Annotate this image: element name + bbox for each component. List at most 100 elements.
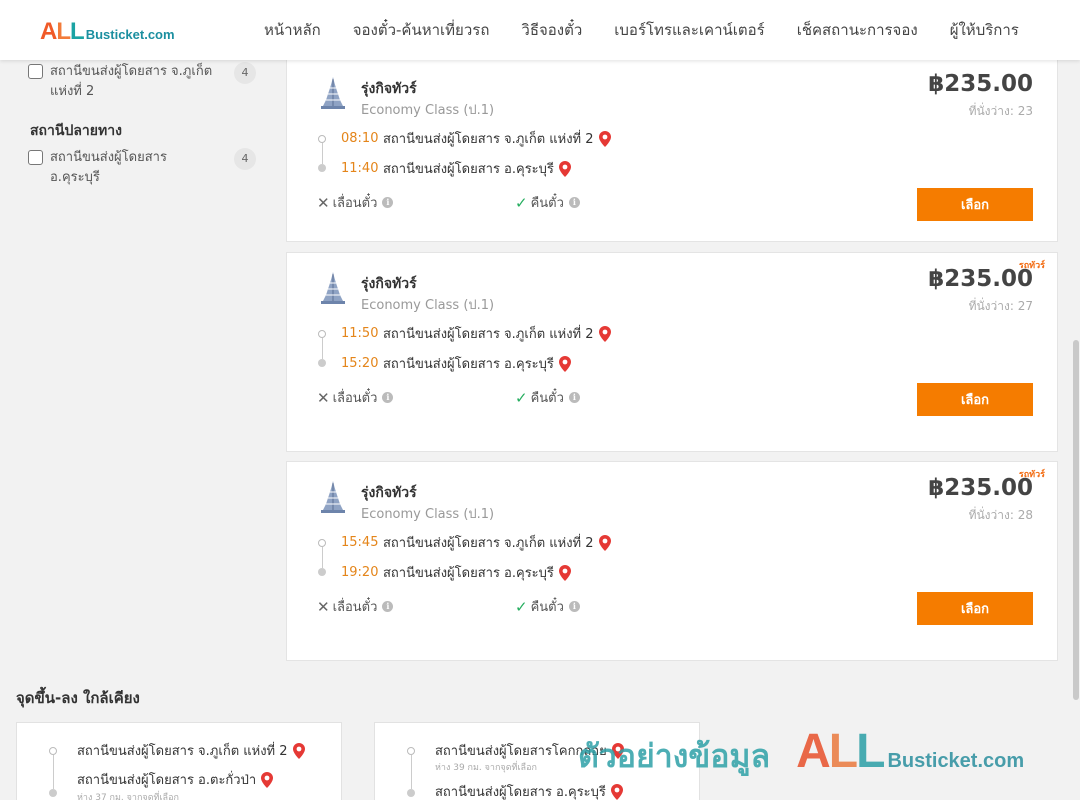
timeline-start-dot bbox=[318, 135, 326, 143]
sample-data-watermark: ตัวอย่างข้อมูล ALL Busticket.com bbox=[578, 724, 1024, 782]
departure-stop: 15:45 สถานีขนส่งผู้โดยสาร จ.ภูเก็ต แห่งท… bbox=[341, 532, 611, 553]
map-pin-icon[interactable] bbox=[610, 783, 623, 800]
timeline-line bbox=[321, 143, 323, 164]
arrival-stop: 11:40 สถานีขนส่งผู้โดยสาร อ.คุระบุรี bbox=[341, 158, 571, 179]
seat-class: Economy Class (ป.1) bbox=[361, 507, 495, 522]
departure-station: สถานีขนส่งผู้โดยสาร จ.ภูเก็ต แห่งที่ 2 bbox=[383, 132, 594, 147]
logo-all-mark: ALL bbox=[40, 18, 85, 46]
filter-destination-station[interactable]: สถานีขนส่งผู้โดยสาร อ.คุระบุรี 4 bbox=[28, 148, 256, 188]
site-logo[interactable]: ALL Busticket.com bbox=[40, 18, 175, 46]
seats-available: ที่นั่งว่าง: 28 bbox=[968, 508, 1033, 522]
nav-check-booking[interactable]: เช็คสถานะการจอง bbox=[781, 18, 934, 42]
timeline-end-dot bbox=[318, 568, 326, 576]
station-name: สถานีขนส่งผู้โดยสาร อ.คุระบุรี bbox=[435, 785, 606, 800]
map-pin-icon[interactable] bbox=[598, 325, 611, 342]
refund-label: คืนตั๋ว bbox=[530, 600, 564, 615]
logo-text: Busticket.com bbox=[85, 27, 175, 42]
nav-how-to-book[interactable]: วิธีจองตั๋ว bbox=[505, 18, 598, 42]
reschedule-policy: ✕ เลื่อนตั๋ว i bbox=[317, 192, 394, 213]
watermark-logo-text: Busticket.com bbox=[887, 750, 1025, 772]
filter-origin-station[interactable]: สถานีขนส่งผู้โดยสาร จ.ภูเก็ต แห่งที่ 2 4 bbox=[28, 62, 256, 102]
departure-stop: 08:10 สถานีขนส่งผู้โดยสาร จ.ภูเก็ต แห่งท… bbox=[341, 128, 611, 149]
x-icon: ✕ bbox=[317, 193, 330, 212]
x-icon: ✕ bbox=[317, 597, 330, 616]
logo-letter: L bbox=[828, 725, 858, 778]
nearby-to-stop: สถานีขนส่งผู้โดยสาร อ.ตะกั่วป่า bbox=[77, 769, 274, 790]
refund-policy: ✓ คืนตั๋ว i bbox=[515, 387, 580, 408]
nav-book-search[interactable]: จองตั๋ว-ค้นหาเที่ยวรถ bbox=[337, 18, 506, 42]
operator-name: รุ่งกิจทัวร์ bbox=[361, 485, 417, 501]
timeline-line bbox=[52, 755, 54, 789]
info-icon[interactable]: i bbox=[568, 392, 580, 403]
reschedule-policy: ✕ เลื่อนตั๋ว i bbox=[317, 596, 394, 617]
arrival-station: สถานีขนส่งผู้โดยสาร อ.คุระบุรี bbox=[383, 566, 554, 581]
scrollbar-thumb[interactable] bbox=[1073, 340, 1079, 700]
map-pin-icon[interactable] bbox=[558, 160, 571, 177]
trip-card: รถทัวร์ รุ่งกิจทัวร์ Economy Class (ป.1)… bbox=[286, 461, 1058, 661]
refund-label: คืนตั๋ว bbox=[530, 196, 564, 211]
departure-stop: 11:50 สถานีขนส่งผู้โดยสาร จ.ภูเก็ต แห่งท… bbox=[341, 323, 611, 344]
info-icon[interactable]: i bbox=[382, 601, 394, 612]
departure-time: 11:50 bbox=[341, 326, 379, 341]
filter-label: สถานีขนส่งผู้โดยสาร จ.ภูเก็ต แห่งที่ 2 bbox=[50, 64, 213, 99]
logo-letter: A bbox=[796, 725, 831, 778]
map-pin-icon[interactable] bbox=[598, 534, 611, 551]
timeline-end-dot bbox=[318, 359, 326, 367]
check-icon: ✓ bbox=[515, 597, 528, 616]
info-icon[interactable]: i bbox=[568, 601, 580, 612]
departure-station: สถานีขนส่งผู้โดยสาร จ.ภูเก็ต แห่งที่ 2 bbox=[383, 536, 594, 551]
watermark-logo-mark: ALL bbox=[796, 724, 885, 779]
operator-name: รุ่งกิจทัวร์ bbox=[361, 81, 417, 97]
nav-phone-counters[interactable]: เบอร์โทรและเคาน์เตอร์ bbox=[598, 18, 780, 42]
timeline-line bbox=[410, 755, 412, 789]
reschedule-label: เลื่อนตั๋ว bbox=[332, 196, 378, 211]
map-pin-icon[interactable] bbox=[261, 771, 274, 788]
reschedule-label: เลื่อนตั๋ว bbox=[332, 391, 378, 406]
seat-class: Economy Class (ป.1) bbox=[361, 103, 495, 118]
operator-name: รุ่งกิจทัวร์ bbox=[361, 276, 417, 292]
temple-logo-icon bbox=[321, 77, 345, 109]
trip-card: รุ่งกิจทัวร์ Economy Class (ป.1) ฿235.00… bbox=[286, 60, 1058, 242]
check-icon: ✓ bbox=[515, 193, 528, 212]
temple-logo-icon bbox=[321, 272, 345, 304]
timeline-start-dot bbox=[49, 747, 57, 755]
departure-time: 08:10 bbox=[341, 131, 379, 146]
watermark-text: ตัวอย่างข้อมูล bbox=[578, 737, 771, 775]
arrival-stop: 19:20 สถานีขนส่งผู้โดยสาร อ.คุระบุรี bbox=[341, 562, 571, 583]
select-trip-button[interactable]: เลือก bbox=[917, 592, 1033, 625]
timeline-end-dot bbox=[49, 789, 57, 797]
filter-label: สถานีขนส่งผู้โดยสาร อ.คุระบุรี bbox=[50, 150, 167, 185]
timeline-start-dot bbox=[318, 539, 326, 547]
arrival-time: 11:40 bbox=[341, 161, 379, 176]
select-trip-button[interactable]: เลือก bbox=[917, 188, 1033, 221]
timeline-line bbox=[321, 547, 323, 568]
info-icon[interactable]: i bbox=[382, 392, 394, 403]
distance-note: ห่าง 37 กม. จากจุดที่เลือก bbox=[77, 793, 179, 800]
count-badge: 4 bbox=[234, 148, 256, 170]
nearby-from-stop: สถานีขนส่งผู้โดยสาร จ.ภูเก็ต แห่งที่ 2 bbox=[77, 740, 305, 761]
reschedule-label: เลื่อนตั๋ว bbox=[332, 600, 378, 615]
checkbox[interactable] bbox=[28, 64, 43, 79]
arrival-time: 19:20 bbox=[341, 565, 379, 580]
nav-operators[interactable]: ผู้ให้บริการ bbox=[934, 18, 1035, 42]
ticket-price: ฿235.00 bbox=[928, 266, 1033, 292]
map-pin-icon[interactable] bbox=[558, 564, 571, 581]
map-pin-icon[interactable] bbox=[598, 130, 611, 147]
reschedule-policy: ✕ เลื่อนตั๋ว i bbox=[317, 387, 394, 408]
trip-card: รถทัวร์ รุ่งกิจทัวร์ Economy Class (ป.1)… bbox=[286, 252, 1058, 452]
map-pin-icon[interactable] bbox=[558, 355, 571, 372]
info-icon[interactable]: i bbox=[382, 197, 394, 208]
arrival-time: 15:20 bbox=[341, 356, 379, 371]
map-pin-icon[interactable] bbox=[292, 742, 305, 759]
ticket-price: ฿235.00 bbox=[928, 71, 1033, 97]
checkbox[interactable] bbox=[28, 150, 43, 165]
distance-note: ห่าง 39 กม. จากจุดที่เลือก bbox=[435, 763, 537, 773]
nearby-route-card[interactable]: สถานีขนส่งผู้โดยสาร จ.ภูเก็ต แห่งที่ 2 ส… bbox=[16, 722, 342, 800]
info-icon[interactable]: i bbox=[568, 197, 580, 208]
temple-logo-icon bbox=[321, 481, 345, 513]
logo-letter: L bbox=[70, 18, 85, 45]
select-trip-button[interactable]: เลือก bbox=[917, 383, 1033, 416]
nav-home[interactable]: หน้าหลัก bbox=[248, 18, 337, 42]
seats-available: ที่นั่งว่าง: 27 bbox=[968, 299, 1033, 313]
arrival-stop: 15:20 สถานีขนส่งผู้โดยสาร อ.คุระบุรี bbox=[341, 353, 571, 374]
